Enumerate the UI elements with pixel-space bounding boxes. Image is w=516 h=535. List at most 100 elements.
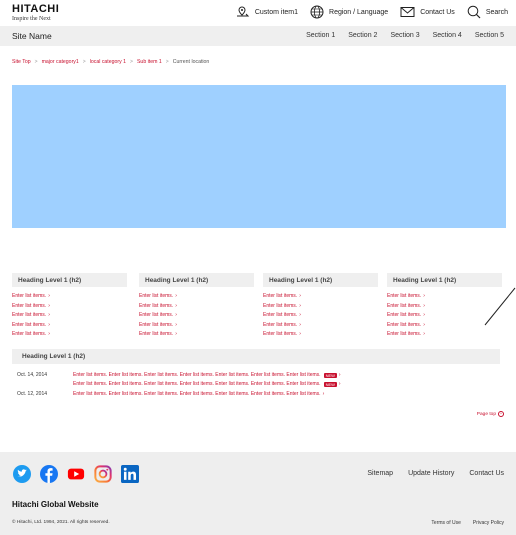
social-links <box>13 465 148 483</box>
chevron-right-icon: › <box>423 331 425 337</box>
list-item[interactable]: Enter list items. › <box>139 293 254 303</box>
list-item-label: Enter list items. <box>139 302 174 309</box>
twitter-icon[interactable] <box>13 465 31 483</box>
news-link[interactable]: Enter list items. Enter list items. Ente… <box>73 381 321 387</box>
list-item-label: Enter list items. <box>387 293 422 299</box>
terms-of-use-link[interactable]: Terms of Use <box>431 520 460 526</box>
news-row: Oct. 14, 2014 Enter list items. Enter li… <box>17 371 341 379</box>
hitachi-logo[interactable]: HITACHI Inspire the Next <box>12 4 59 23</box>
logo-tagline: Inspire the Next <box>12 16 51 22</box>
page-top-label: Page top <box>476 411 496 417</box>
news-date: Oct. 12, 2014 <box>17 391 48 397</box>
news-row: Enter list items. Enter list items. Ente… <box>17 380 341 388</box>
facebook-icon[interactable] <box>40 465 58 483</box>
link-column-3: Heading Level 1 (h2) Enter list items. › … <box>263 273 378 341</box>
list-item[interactable]: Enter list items. › <box>387 331 502 341</box>
list-item[interactable]: Enter list items. › <box>139 331 254 341</box>
column-heading: Heading Level 1 (h2) <box>263 273 378 287</box>
chevron-right-icon: › <box>423 312 425 318</box>
chevron-right-icon: › <box>175 302 177 309</box>
breadcrumb: Site Top > major category1 > local categ… <box>12 59 209 65</box>
legal-links: Terms of Use Privacy Policy <box>419 520 504 526</box>
chevron-right-icon: › <box>48 321 50 328</box>
mail-icon <box>400 7 415 17</box>
list-item-label: Enter list items. <box>263 293 298 299</box>
global-website-link[interactable]: Hitachi Global Website <box>12 500 99 509</box>
list-item[interactable]: Enter list items. › <box>12 331 127 341</box>
list-item[interactable]: Enter list items. › <box>139 312 254 322</box>
site-name[interactable]: Site Name <box>12 31 52 41</box>
chevron-right-icon: › <box>322 391 325 397</box>
list-item-label: Enter list items. <box>12 302 47 309</box>
news-heading: Heading Level 1 (h2) <box>12 349 500 364</box>
list-item[interactable]: Enter list items. › <box>139 322 254 332</box>
utility-search[interactable]: Search <box>467 5 508 19</box>
youtube-icon[interactable] <box>67 465 85 483</box>
chevron-right-icon: › <box>175 293 177 299</box>
chevron-right-icon: › <box>299 293 301 299</box>
list-item[interactable]: Enter list items. › <box>263 293 378 303</box>
nav-section-5[interactable]: Section 5 <box>475 32 504 39</box>
footer-link-update-history[interactable]: Update History <box>408 470 454 477</box>
list-item-label: Enter list items. <box>12 293 47 299</box>
nav-section-1[interactable]: Section 1 <box>306 32 335 39</box>
utility-custom-item1[interactable]: Custom item1 <box>236 6 298 18</box>
section-menu: Section 1 Section 2 Section 3 Section 4 … <box>293 32 504 39</box>
chevron-right-icon: > <box>34 59 38 65</box>
list-item-label: Enter list items. <box>263 331 298 337</box>
breadcrumb-sub-item[interactable]: Sub item 1 <box>137 59 162 65</box>
nav-section-2[interactable]: Section 2 <box>348 32 377 39</box>
list-item[interactable]: Enter list items. › <box>12 293 127 303</box>
chevron-right-icon: › <box>175 331 177 337</box>
list-item-label: Enter list items. <box>387 312 422 318</box>
breadcrumb-site-top[interactable]: Site Top <box>12 59 31 65</box>
chevron-right-icon: > <box>82 59 86 65</box>
chevron-right-icon: › <box>299 312 301 318</box>
copyright: © Hitachi, Ltd. 1994, 2021. All rights r… <box>12 520 110 525</box>
utility-contact-us[interactable]: Contact Us <box>400 6 455 18</box>
page-top-link[interactable]: Page top ^ <box>477 411 504 417</box>
instagram-icon[interactable] <box>94 465 112 483</box>
list-item[interactable]: Enter list items. › <box>12 303 127 313</box>
chevron-right-icon: › <box>175 321 177 328</box>
breadcrumb-major-category[interactable]: major category1 <box>42 59 79 65</box>
privacy-policy-link[interactable]: Privacy Policy <box>473 520 504 526</box>
list-item-label: Enter list items. <box>139 331 174 337</box>
utility-label: Custom item1 <box>254 8 299 16</box>
footer: Sitemap Update History Contact Us Hitach… <box>0 452 516 535</box>
chevron-right-icon: › <box>423 293 425 299</box>
list-item-label: Enter list items. <box>263 321 298 328</box>
chevron-right-icon: › <box>175 312 177 318</box>
list-item[interactable]: Enter list items. › <box>139 303 254 313</box>
list-item[interactable]: Enter list items. › <box>263 331 378 341</box>
nav-section-3[interactable]: Section 3 <box>390 32 419 39</box>
footer-link-sitemap[interactable]: Sitemap <box>367 470 393 477</box>
news-link[interactable]: Enter list items. Enter list items. Ente… <box>73 391 321 397</box>
news-link[interactable]: Enter list items. Enter list items. Ente… <box>73 372 321 378</box>
chevron-right-icon: › <box>48 331 50 337</box>
globe-icon <box>310 5 324 19</box>
utility-region-language[interactable]: Region / Language <box>310 5 388 19</box>
list-item-label: Enter list items. <box>387 331 422 337</box>
utility-label: Contact Us <box>420 8 455 16</box>
list-item-label: Enter list items. <box>263 312 298 318</box>
breadcrumb-local-category[interactable]: local category 1 <box>90 59 126 65</box>
list-item[interactable]: Enter list items. › <box>263 322 378 332</box>
new-badge: NEW <box>323 372 337 378</box>
list-item-label: Enter list items. <box>139 321 174 328</box>
link-column-1: Heading Level 1 (h2) Enter list items. › … <box>12 273 127 341</box>
chevron-right-icon: › <box>423 321 425 328</box>
list-item[interactable]: Enter list items. › <box>263 312 378 322</box>
list-item-label: Enter list items. <box>12 312 47 318</box>
footer-link-contact-us[interactable]: Contact Us <box>469 470 504 477</box>
utility-label: Region / Language <box>329 8 389 16</box>
list-item[interactable]: Enter list items. › <box>12 322 127 332</box>
list-item[interactable]: Enter list items. › <box>12 312 127 322</box>
column-heading: Heading Level 1 (h2) <box>387 273 502 287</box>
list-item[interactable]: Enter list items. › <box>263 303 378 313</box>
nav-section-4[interactable]: Section 4 <box>433 32 462 39</box>
linkedin-icon[interactable] <box>121 465 139 483</box>
list-item-label: Enter list items. <box>139 312 174 318</box>
column-heading: Heading Level 1 (h2) <box>12 273 127 287</box>
arrow-up-circle-icon: ^ <box>498 411 504 417</box>
